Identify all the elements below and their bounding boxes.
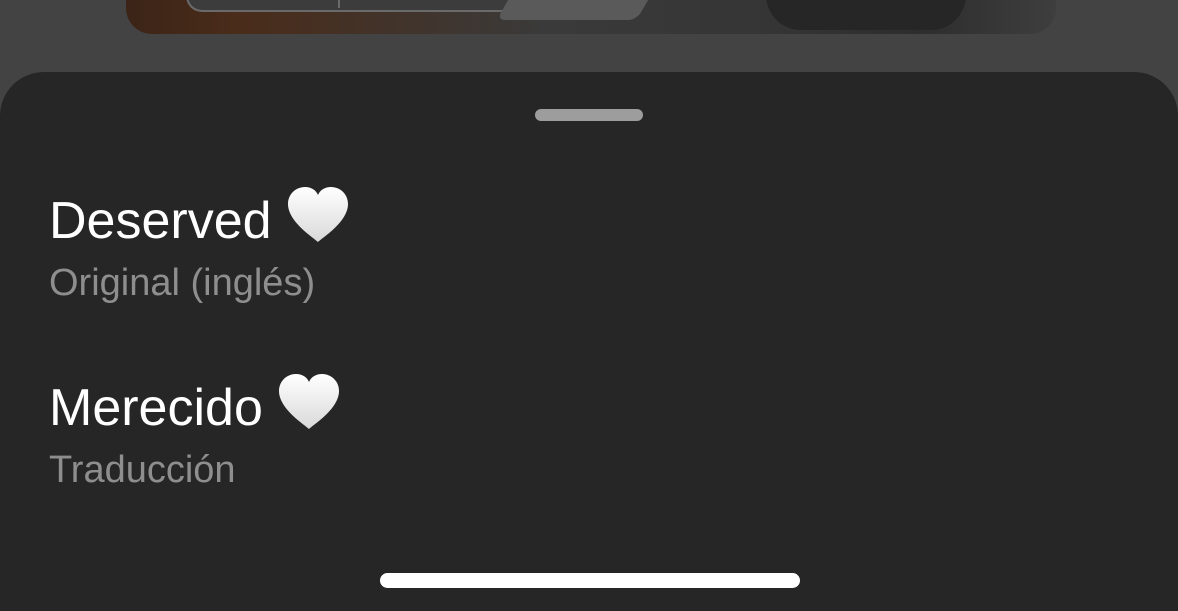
background-image-shape bbox=[766, 0, 966, 30]
translated-text-value: Merecido bbox=[49, 379, 263, 437]
background-image-shape bbox=[496, 0, 666, 20]
original-language-label: Original (inglés) bbox=[49, 262, 316, 304]
original-text-value: Deserved bbox=[49, 192, 272, 250]
background-control-pill bbox=[186, 0, 520, 12]
translated-text: Merecido bbox=[49, 373, 341, 444]
white-heart-icon bbox=[286, 186, 350, 257]
white-heart-icon bbox=[277, 373, 341, 444]
original-text: Deserved bbox=[49, 186, 350, 257]
home-indicator[interactable] bbox=[380, 573, 800, 588]
original-text-block: Deserved Original (inglés) bbox=[49, 186, 350, 305]
translation-bottom-sheet: Deserved Original (inglés) Merecido Trad… bbox=[0, 72, 1178, 611]
translation-label: Traducción bbox=[49, 449, 236, 491]
translation-text-block: Merecido Traducción bbox=[49, 373, 341, 492]
background-media-card[interactable] bbox=[126, 0, 1056, 34]
screen: Deserved Original (inglés) Merecido Trad… bbox=[0, 0, 1178, 611]
sheet-grabber-handle[interactable] bbox=[535, 109, 643, 121]
